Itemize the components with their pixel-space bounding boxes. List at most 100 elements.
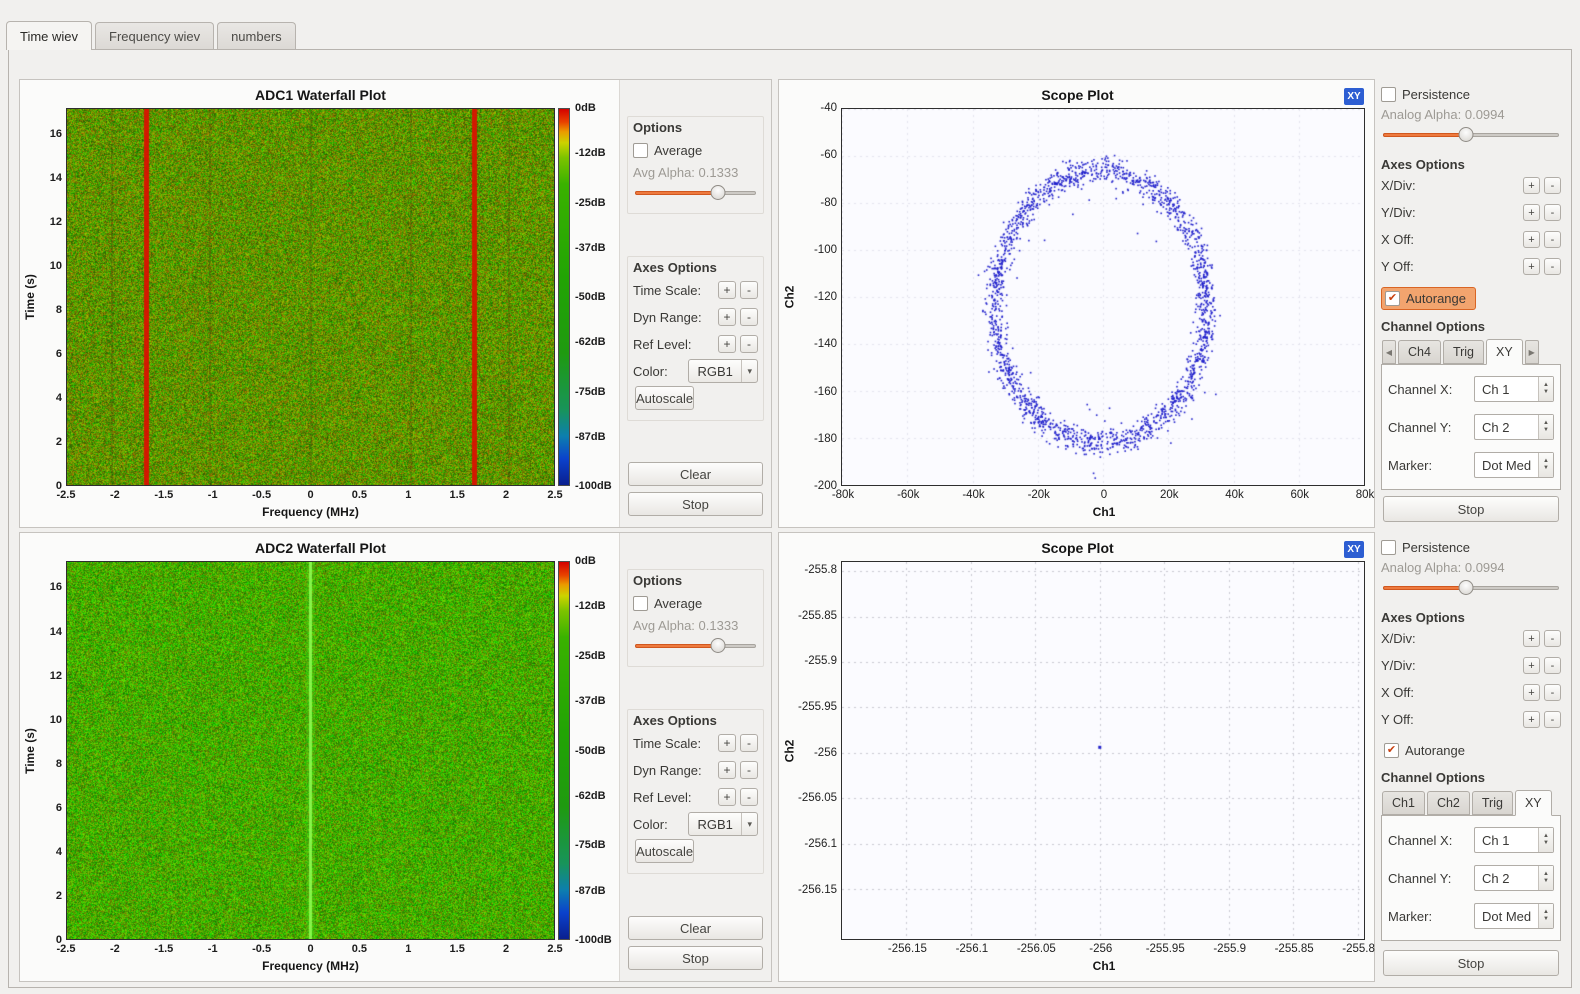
y-axis-ticks: 1614121086420 bbox=[38, 561, 66, 940]
tab-xy[interactable]: XY bbox=[1515, 790, 1552, 816]
y-off-decrease-button[interactable]: - bbox=[1544, 711, 1561, 728]
stop-button[interactable]: Stop bbox=[1383, 496, 1559, 522]
spinner-arrows-icon[interactable]: ▲▼ bbox=[1538, 866, 1553, 890]
y-div-decrease-button[interactable]: - bbox=[1544, 657, 1561, 674]
x-tick-label: -255.85 bbox=[1275, 943, 1314, 955]
scope2-xy-canvas[interactable] bbox=[842, 562, 1364, 939]
analog-alpha-slider[interactable] bbox=[1383, 126, 1559, 144]
slider-handle[interactable] bbox=[711, 638, 726, 653]
scope1-plot-area: XY Scope Plot Ch2 -40-60-80-100-120-140-… bbox=[779, 80, 1374, 527]
y-axis-label: Ch2 bbox=[781, 561, 797, 940]
x-div-increase-button[interactable]: + bbox=[1523, 630, 1540, 647]
spinner-arrows-icon[interactable]: ▲▼ bbox=[1538, 904, 1553, 928]
channel-y-value: Ch 2 bbox=[1475, 415, 1538, 439]
x-tick-label: -1.5 bbox=[154, 943, 173, 955]
tab-scroll-left-icon[interactable]: ◀ bbox=[1382, 340, 1396, 364]
y-axis-label: Ch2 bbox=[781, 108, 797, 486]
x-off-increase-button[interactable]: + bbox=[1523, 231, 1540, 248]
time-scale-increase-button[interactable]: + bbox=[718, 281, 736, 299]
tab-numbers[interactable]: numbers bbox=[217, 22, 296, 49]
clear-button[interactable]: Clear bbox=[628, 462, 763, 486]
slider-handle[interactable] bbox=[1458, 580, 1473, 595]
ref-level-increase-button[interactable]: + bbox=[718, 788, 736, 806]
colorbar-tick-label: -37dB bbox=[575, 242, 606, 254]
persistence-checkbox[interactable]: Persistence bbox=[1381, 540, 1561, 555]
stop-button[interactable]: Stop bbox=[1383, 950, 1559, 976]
ref-level-decrease-button[interactable]: - bbox=[740, 335, 758, 353]
y-off-increase-button[interactable]: + bbox=[1523, 711, 1540, 728]
tab-frequency-view[interactable]: Frequency wiev bbox=[95, 22, 214, 49]
adc1-waterfall-panel: ADC1 Waterfall Plot Time (s) 16141210864… bbox=[19, 79, 772, 528]
channel-x-select[interactable]: Ch 1 ▲▼ bbox=[1474, 827, 1554, 853]
x-axis-ticks: -2.5-2-1.5-1-0.500.511.522.5 bbox=[66, 942, 555, 958]
channel-x-select[interactable]: Ch 1 ▲▼ bbox=[1474, 376, 1554, 402]
spinner-arrows-icon[interactable]: ▲▼ bbox=[1538, 415, 1553, 439]
x-tick-label: -40k bbox=[962, 489, 984, 501]
spinner-arrows-icon[interactable]: ▲▼ bbox=[1538, 828, 1553, 852]
autoscale-button[interactable]: Autoscale bbox=[635, 839, 694, 863]
x-off-decrease-button[interactable]: - bbox=[1544, 231, 1561, 248]
autorange-checkbox[interactable]: ✔ Autorange bbox=[1381, 287, 1476, 310]
marker-select[interactable]: Dot Med ▲▼ bbox=[1474, 452, 1554, 478]
average-checkbox[interactable]: Average bbox=[633, 596, 702, 611]
tab-ch1[interactable]: Ch1 bbox=[1382, 791, 1425, 815]
time-scale-decrease-button[interactable]: - bbox=[740, 734, 758, 752]
color-select[interactable]: RGB1 ▾ bbox=[688, 812, 759, 836]
tab-xy[interactable]: XY bbox=[1486, 339, 1523, 365]
avg-alpha-slider[interactable] bbox=[635, 637, 756, 655]
y-div-increase-button[interactable]: + bbox=[1523, 204, 1540, 221]
spinner-arrows-icon[interactable]: ▲▼ bbox=[1538, 377, 1553, 401]
color-select[interactable]: RGB1 ▾ bbox=[688, 359, 759, 383]
x-axis-label: Ch1 bbox=[843, 505, 1365, 523]
dyn-range-increase-button[interactable]: + bbox=[718, 761, 736, 779]
dyn-range-increase-button[interactable]: + bbox=[718, 308, 736, 326]
slider-handle[interactable] bbox=[711, 185, 726, 200]
marker-select[interactable]: Dot Med ▲▼ bbox=[1474, 903, 1554, 929]
channel-y-select[interactable]: Ch 2 ▲▼ bbox=[1474, 414, 1554, 440]
avg-alpha-slider[interactable] bbox=[635, 184, 756, 202]
autoscale-button[interactable]: Autoscale bbox=[635, 386, 694, 410]
x-off-decrease-button[interactable]: - bbox=[1544, 684, 1561, 701]
time-scale-increase-button[interactable]: + bbox=[718, 734, 736, 752]
y-div-increase-button[interactable]: + bbox=[1523, 657, 1540, 674]
y-off-decrease-button[interactable]: - bbox=[1544, 258, 1561, 275]
autorange-checkbox[interactable]: ✔ Autorange bbox=[1381, 740, 1474, 761]
tab-scroll-right-icon[interactable]: ▶ bbox=[1525, 340, 1539, 364]
x-div-increase-button[interactable]: + bbox=[1523, 177, 1540, 194]
tab-time-view[interactable]: Time wiev bbox=[6, 21, 92, 50]
ref-level-increase-button[interactable]: + bbox=[718, 335, 736, 353]
analog-alpha-slider[interactable] bbox=[1383, 579, 1559, 597]
channel-y-select[interactable]: Ch 2 ▲▼ bbox=[1474, 865, 1554, 891]
ref-level-decrease-button[interactable]: - bbox=[740, 788, 758, 806]
plot-title: ADC2 Waterfall Plot bbox=[22, 535, 619, 561]
persistence-checkbox[interactable]: Persistence bbox=[1381, 87, 1561, 102]
check-icon: ✔ bbox=[1388, 293, 1397, 304]
dyn-range-decrease-button[interactable]: - bbox=[740, 761, 758, 779]
y-tick-label: -140 bbox=[814, 338, 837, 350]
tab-trig[interactable]: Trig bbox=[1443, 340, 1484, 364]
stop-button[interactable]: Stop bbox=[628, 946, 763, 970]
scope1-controls: Persistence Analog Alpha: 0.0994 Axes Op… bbox=[1379, 81, 1563, 528]
y-div-decrease-button[interactable]: - bbox=[1544, 204, 1561, 221]
x-div-decrease-button[interactable]: - bbox=[1544, 630, 1561, 647]
adc1-waterfall-canvas[interactable] bbox=[67, 109, 554, 485]
spinner-arrows-icon[interactable]: ▲▼ bbox=[1538, 453, 1553, 477]
colorbar-tick-label: 0dB bbox=[575, 102, 596, 114]
stop-button[interactable]: Stop bbox=[628, 492, 763, 516]
y-off-increase-button[interactable]: + bbox=[1523, 258, 1540, 275]
dyn-range-decrease-button[interactable]: - bbox=[740, 308, 758, 326]
x-div-decrease-button[interactable]: - bbox=[1544, 177, 1561, 194]
tab-ch2[interactable]: Ch2 bbox=[1427, 791, 1470, 815]
tab-ch4[interactable]: Ch4 bbox=[1398, 340, 1441, 364]
average-checkbox[interactable]: Average bbox=[633, 143, 702, 158]
scope1-xy-canvas[interactable] bbox=[842, 109, 1364, 485]
time-scale-decrease-button[interactable]: - bbox=[740, 281, 758, 299]
adc2-waterfall-canvas[interactable] bbox=[67, 562, 554, 939]
y-tick-label: 14 bbox=[50, 626, 62, 638]
y-tick-label: 12 bbox=[50, 670, 62, 682]
x-off-increase-button[interactable]: + bbox=[1523, 684, 1540, 701]
tab-trig[interactable]: Trig bbox=[1472, 791, 1513, 815]
clear-button[interactable]: Clear bbox=[628, 916, 763, 940]
slider-handle[interactable] bbox=[1458, 127, 1473, 142]
y-off-label: Y Off: bbox=[1381, 259, 1519, 274]
